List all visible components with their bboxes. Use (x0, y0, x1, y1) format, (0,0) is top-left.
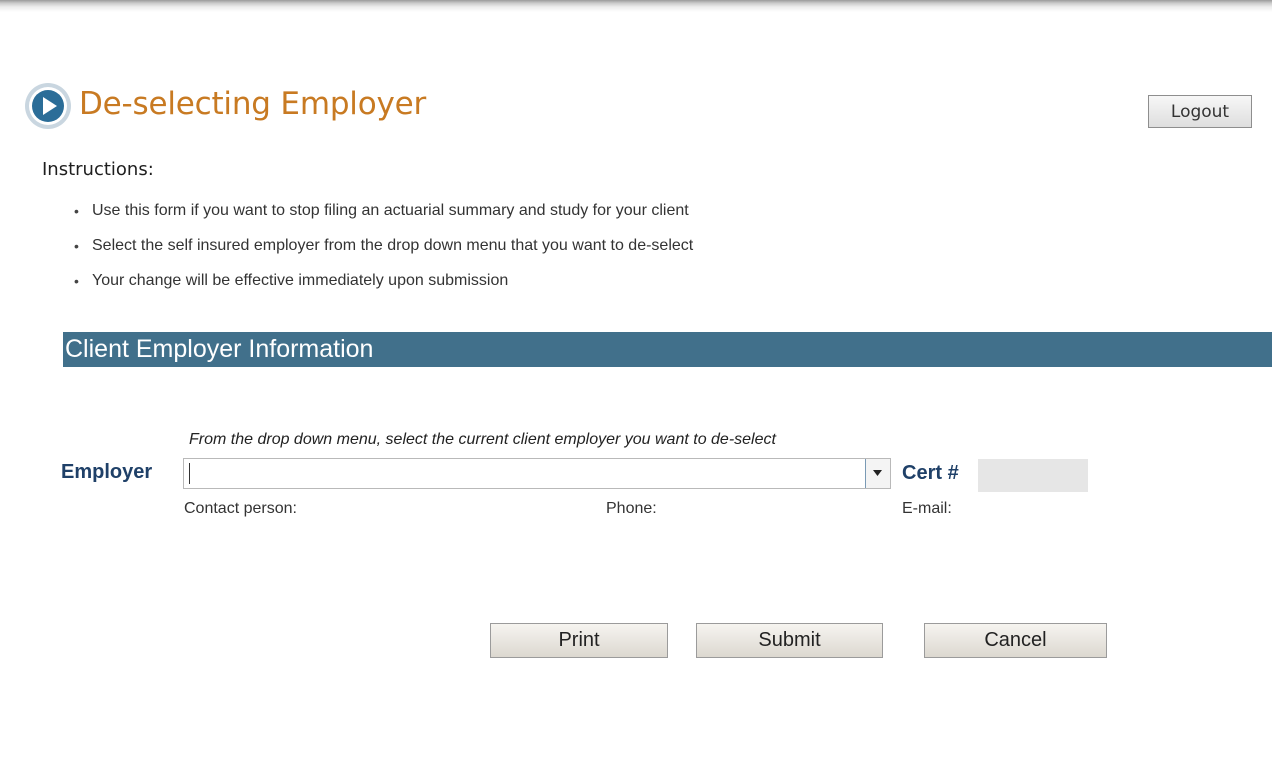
print-button[interactable]: Print (490, 623, 668, 658)
page-title: De-selecting Employer (79, 86, 427, 122)
employer-dropdown[interactable] (183, 458, 891, 489)
phone-label: Phone: (606, 500, 657, 517)
instruction-item: • Select the self insured employer from … (74, 235, 693, 270)
dropdown-toggle[interactable] (865, 459, 890, 488)
instructions-heading: Instructions: (42, 159, 154, 180)
section-header: Client Employer Information (63, 332, 1272, 367)
bullet-icon: • (74, 238, 79, 254)
employer-hint: From the drop down menu, select the curr… (189, 431, 776, 448)
cert-number-field[interactable] (978, 459, 1088, 492)
cancel-button[interactable]: Cancel (924, 623, 1107, 658)
instruction-text: Use this form if you want to stop filing… (92, 202, 689, 219)
instruction-item: • Your change will be effective immediat… (74, 270, 693, 305)
cert-label: Cert # (902, 462, 959, 484)
instructions-list: • Use this form if you want to stop fili… (74, 200, 693, 305)
instruction-item: • Use this form if you want to stop fili… (74, 200, 693, 235)
text-cursor (189, 463, 190, 484)
play-circle-icon (24, 82, 72, 130)
logout-button[interactable]: Logout (1148, 95, 1252, 128)
submit-button[interactable]: Submit (696, 623, 883, 658)
instruction-text: Your change will be effective immediatel… (92, 272, 509, 289)
bullet-icon: • (74, 203, 79, 219)
contact-person-label: Contact person: (184, 500, 297, 517)
email-label: E-mail: (902, 500, 952, 517)
instruction-text: Select the self insured employer from th… (92, 237, 694, 254)
employer-label: Employer (61, 461, 153, 483)
window-top-shadow (0, 0, 1272, 12)
bullet-icon: • (74, 273, 79, 289)
